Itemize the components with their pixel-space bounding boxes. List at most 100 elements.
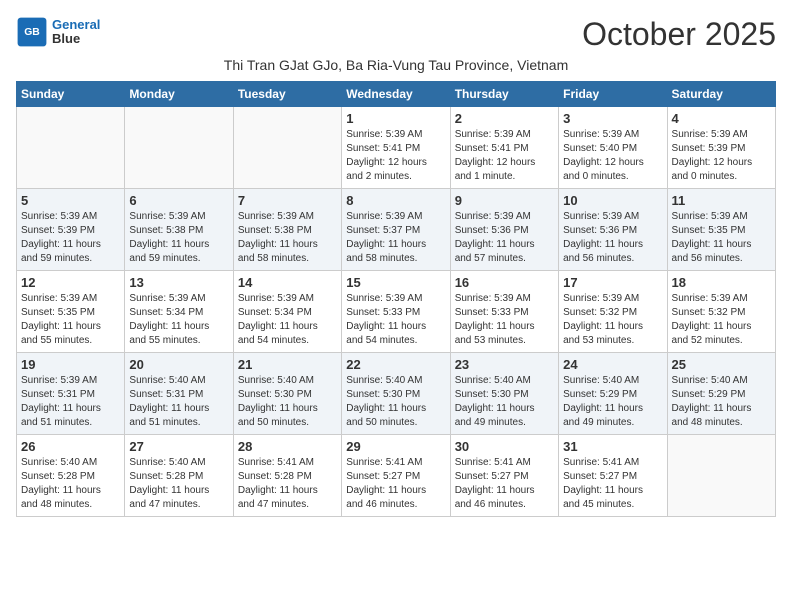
logo-line1: General xyxy=(52,17,100,32)
calendar-week-row: 12Sunrise: 5:39 AMSunset: 5:35 PMDayligh… xyxy=(17,271,776,353)
day-info: Sunrise: 5:41 AMSunset: 5:27 PMDaylight:… xyxy=(346,456,445,512)
day-number: 23 xyxy=(455,357,554,372)
page-header: GB General Blue October 2025 xyxy=(16,16,776,53)
calendar-day-15: 15 Sunrise: 5:39 AMSunset: 5:33 PMDayligh… xyxy=(342,271,450,353)
calendar-day-8: 8 Sunrise: 5:39 AMSunset: 5:37 PMDaylight… xyxy=(342,189,450,271)
calendar-day-23: 23 Sunrise: 5:40 AMSunset: 5:30 PMDayligh… xyxy=(450,353,558,435)
weekday-header-thursday: Thursday xyxy=(450,82,558,107)
calendar-day-27: 27 Sunrise: 5:40 AMSunset: 5:28 PMDayligh… xyxy=(125,435,233,517)
weekday-header-friday: Friday xyxy=(559,82,667,107)
calendar-empty-cell xyxy=(233,107,341,189)
calendar-week-row: 19 Sunrise: 5:39 AMSunset: 5:31 PMDayligh… xyxy=(17,353,776,435)
day-number: 17 xyxy=(563,275,662,290)
day-info: Sunrise: 5:39 AMSunset: 5:36 PMDaylight:… xyxy=(455,210,554,266)
calendar-week-row: 5Sunrise: 5:39 AMSunset: 5:39 PMDaylight… xyxy=(17,189,776,271)
calendar-day-24: 24Sunrise: 5:40 AMSunset: 5:29 PMDayligh… xyxy=(559,353,667,435)
calendar-day-4: 4 Sunrise: 5:39 AMSunset: 5:39 PMDaylight… xyxy=(667,107,775,189)
day-info: Sunrise: 5:39 AMSunset: 5:34 PMDaylight:… xyxy=(129,292,228,348)
calendar-day-29: 29 Sunrise: 5:41 AMSunset: 5:27 PMDayligh… xyxy=(342,435,450,517)
calendar-day-3: 3 Sunrise: 5:39 AMSunset: 5:40 PMDaylight… xyxy=(559,107,667,189)
day-info: Sunrise: 5:39 AMSunset: 5:38 PMDaylight:… xyxy=(129,210,228,266)
logo-line2: Blue xyxy=(52,32,100,46)
logo-icon: GB xyxy=(16,16,48,48)
calendar-day-19: 19 Sunrise: 5:39 AMSunset: 5:31 PMDayligh… xyxy=(17,353,125,435)
day-number: 2 xyxy=(455,111,554,126)
day-number: 29 xyxy=(346,439,445,454)
day-info: Sunrise: 5:39 AMSunset: 5:35 PMDaylight:… xyxy=(21,292,120,348)
day-number: 27 xyxy=(129,439,228,454)
day-info: Sunrise: 5:41 AMSunset: 5:27 PMDaylight:… xyxy=(455,456,554,512)
calendar-day-28: 28 Sunrise: 5:41 AMSunset: 5:28 PMDayligh… xyxy=(233,435,341,517)
calendar-day-13: 13Sunrise: 5:39 AMSunset: 5:34 PMDayligh… xyxy=(125,271,233,353)
day-number: 28 xyxy=(238,439,337,454)
weekday-header-row: SundayMondayTuesdayWednesdayThursdayFrid… xyxy=(17,82,776,107)
day-number: 11 xyxy=(672,193,771,208)
calendar-day-21: 21 Sunrise: 5:40 AMSunset: 5:30 PMDayligh… xyxy=(233,353,341,435)
location-row: Thi Tran GJat GJo, Ba Ria-Vung Tau Provi… xyxy=(16,57,776,75)
day-number: 8 xyxy=(346,193,445,208)
calendar-empty-cell xyxy=(125,107,233,189)
day-info: Sunrise: 5:39 AMSunset: 5:31 PMDaylight:… xyxy=(21,374,120,430)
day-info: Sunrise: 5:39 AMSunset: 5:34 PMDaylight:… xyxy=(238,292,337,348)
day-info: Sunrise: 5:40 AMSunset: 5:28 PMDaylight:… xyxy=(21,456,120,512)
day-info: Sunrise: 5:39 AMSunset: 5:40 PMDaylight:… xyxy=(563,128,662,184)
day-number: 6 xyxy=(129,193,228,208)
day-info: Sunrise: 5:39 AMSunset: 5:33 PMDaylight:… xyxy=(346,292,445,348)
day-number: 3 xyxy=(563,111,662,126)
day-number: 4 xyxy=(672,111,771,126)
calendar-day-18: 18 Sunrise: 5:39 AMSunset: 5:32 PMDayligh… xyxy=(667,271,775,353)
calendar-table: SundayMondayTuesdayWednesdayThursdayFrid… xyxy=(16,81,776,517)
day-number: 1 xyxy=(346,111,445,126)
day-info: Sunrise: 5:39 AMSunset: 5:35 PMDaylight:… xyxy=(672,210,771,266)
calendar-day-14: 14 Sunrise: 5:39 AMSunset: 5:34 PMDayligh… xyxy=(233,271,341,353)
day-info: Sunrise: 5:40 AMSunset: 5:31 PMDaylight:… xyxy=(129,374,228,430)
day-number: 7 xyxy=(238,193,337,208)
calendar-day-31: 31Sunrise: 5:41 AMSunset: 5:27 PMDayligh… xyxy=(559,435,667,517)
calendar-week-row: 1 Sunrise: 5:39 AMSunset: 5:41 PMDaylight… xyxy=(17,107,776,189)
calendar-day-17: 17 Sunrise: 5:39 AMSunset: 5:32 PMDayligh… xyxy=(559,271,667,353)
day-number: 30 xyxy=(455,439,554,454)
day-info: Sunrise: 5:39 AMSunset: 5:37 PMDaylight:… xyxy=(346,210,445,266)
title-block: October 2025 xyxy=(582,16,776,53)
day-info: Sunrise: 5:39 AMSunset: 5:36 PMDaylight:… xyxy=(563,210,662,266)
day-number: 22 xyxy=(346,357,445,372)
logo-text: General Blue xyxy=(52,18,100,47)
calendar-day-2: 2Sunrise: 5:39 AMSunset: 5:41 PMDaylight… xyxy=(450,107,558,189)
day-info: Sunrise: 5:40 AMSunset: 5:28 PMDaylight:… xyxy=(129,456,228,512)
day-number: 31 xyxy=(563,439,662,454)
calendar-empty-cell xyxy=(17,107,125,189)
calendar-day-6: 6 Sunrise: 5:39 AMSunset: 5:38 PMDaylight… xyxy=(125,189,233,271)
day-number: 20 xyxy=(129,357,228,372)
day-info: Sunrise: 5:39 AMSunset: 5:32 PMDaylight:… xyxy=(563,292,662,348)
day-number: 19 xyxy=(21,357,120,372)
day-number: 10 xyxy=(563,193,662,208)
weekday-header-sunday: Sunday xyxy=(17,82,125,107)
logo: GB General Blue xyxy=(16,16,100,48)
location-text: Thi Tran GJat GJo, Ba Ria-Vung Tau Provi… xyxy=(224,57,568,73)
day-info: Sunrise: 5:39 AMSunset: 5:38 PMDaylight:… xyxy=(238,210,337,266)
day-number: 15 xyxy=(346,275,445,290)
calendar-day-16: 16Sunrise: 5:39 AMSunset: 5:33 PMDayligh… xyxy=(450,271,558,353)
calendar-day-5: 5Sunrise: 5:39 AMSunset: 5:39 PMDaylight… xyxy=(17,189,125,271)
day-info: Sunrise: 5:39 AMSunset: 5:33 PMDaylight:… xyxy=(455,292,554,348)
day-info: Sunrise: 5:39 AMSunset: 5:41 PMDaylight:… xyxy=(346,128,445,184)
day-number: 14 xyxy=(238,275,337,290)
calendar-body: 1 Sunrise: 5:39 AMSunset: 5:41 PMDaylight… xyxy=(17,107,776,517)
day-number: 18 xyxy=(672,275,771,290)
day-info: Sunrise: 5:40 AMSunset: 5:30 PMDaylight:… xyxy=(346,374,445,430)
day-number: 21 xyxy=(238,357,337,372)
day-info: Sunrise: 5:40 AMSunset: 5:29 PMDaylight:… xyxy=(672,374,771,430)
calendar-header: SundayMondayTuesdayWednesdayThursdayFrid… xyxy=(17,82,776,107)
day-info: Sunrise: 5:41 AMSunset: 5:28 PMDaylight:… xyxy=(238,456,337,512)
day-info: Sunrise: 5:40 AMSunset: 5:30 PMDaylight:… xyxy=(455,374,554,430)
calendar-day-12: 12Sunrise: 5:39 AMSunset: 5:35 PMDayligh… xyxy=(17,271,125,353)
calendar-day-25: 25Sunrise: 5:40 AMSunset: 5:29 PMDayligh… xyxy=(667,353,775,435)
day-number: 24 xyxy=(563,357,662,372)
calendar-day-30: 30 Sunrise: 5:41 AMSunset: 5:27 PMDayligh… xyxy=(450,435,558,517)
day-info: Sunrise: 5:39 AMSunset: 5:32 PMDaylight:… xyxy=(672,292,771,348)
calendar-week-row: 26Sunrise: 5:40 AMSunset: 5:28 PMDayligh… xyxy=(17,435,776,517)
calendar-day-10: 10 Sunrise: 5:39 AMSunset: 5:36 PMDayligh… xyxy=(559,189,667,271)
day-info: Sunrise: 5:39 AMSunset: 5:39 PMDaylight:… xyxy=(672,128,771,184)
month-title: October 2025 xyxy=(582,16,776,53)
day-info: Sunrise: 5:40 AMSunset: 5:30 PMDaylight:… xyxy=(238,374,337,430)
